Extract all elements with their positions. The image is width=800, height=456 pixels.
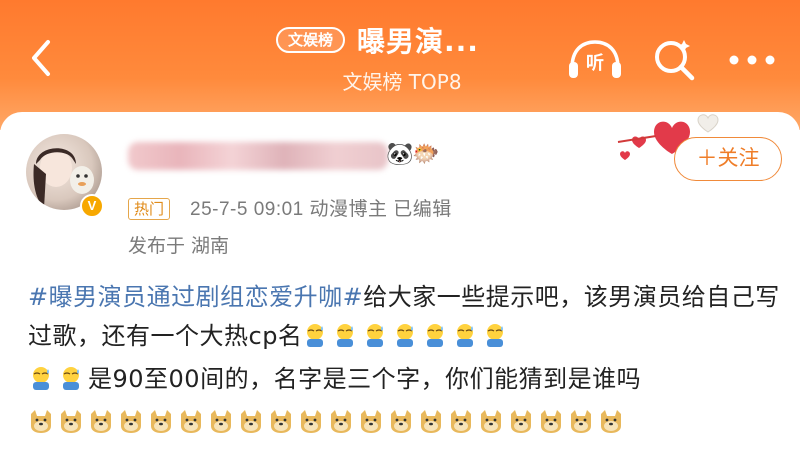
- doge-emoji-icon: [268, 407, 294, 446]
- panda-emoji-icon: 🐼: [386, 142, 414, 167]
- page-title: 曝男演...: [357, 25, 479, 58]
- sweat-emoji-icon: [58, 364, 84, 403]
- doge-emoji-icon: [328, 407, 354, 446]
- doge-emoji-icon: [478, 407, 504, 446]
- doge-emoji-icon: [538, 407, 564, 446]
- more-icon[interactable]: [728, 50, 776, 70]
- post-meta: 25-7-5 09:01 动漫博主 已编辑: [190, 199, 452, 220]
- doge-emoji-icon: [148, 407, 174, 446]
- username-blurred[interactable]: [128, 142, 388, 170]
- post-text-part2: 是90至00间的，名字是三个字，你们能猜到是谁吗: [88, 365, 642, 393]
- sweat-emoji-icon: [302, 321, 328, 360]
- sweat-emoji-icon: [362, 321, 388, 360]
- sweat-emoji-icon: [392, 321, 418, 360]
- doge-emoji-icon: [58, 407, 84, 446]
- doge-emoji-icon: [418, 407, 444, 446]
- sweat-emoji-icon: [332, 321, 358, 360]
- doge-emoji-icon: [568, 407, 594, 446]
- doge-emoji-icon: [118, 407, 144, 446]
- sweat-emoji-icon: [452, 321, 478, 360]
- doge-emoji-icon: [88, 407, 114, 446]
- post-card: V 🐼 🐡 ＋关注 热门 25-7-5 09:01 动漫博主 已编辑 发布于 湖…: [0, 112, 800, 456]
- doge-emoji-icon: [298, 407, 324, 446]
- sweat-emoji-icon: [482, 321, 508, 360]
- list-badge: 文娱榜: [276, 27, 346, 53]
- doge-emoji-icon: [208, 407, 234, 446]
- post-location: 发布于 湖南: [128, 235, 230, 257]
- doge-emoji-icon: [508, 407, 534, 446]
- sweat-emoji-group: [302, 322, 512, 350]
- fish-emoji-icon: 🐡: [412, 142, 440, 167]
- doge-emoji-icon: [598, 407, 624, 446]
- listen-label: 听: [586, 52, 604, 74]
- headphones-icon[interactable]: 听: [566, 38, 624, 80]
- hot-tag: 热门: [128, 198, 171, 220]
- doge-emoji-icon: [238, 407, 264, 446]
- sweat-emoji-icon: [28, 364, 54, 403]
- search-icon[interactable]: [652, 38, 696, 82]
- title-group: 文娱榜 曝男演...: [276, 22, 479, 58]
- doge-emoji-icon: [358, 407, 384, 446]
- doge-emoji-group: [28, 408, 628, 436]
- topic-link[interactable]: #曝男演员通过剧组恋爱升咖#: [28, 283, 363, 311]
- sweat-emoji-icon: [422, 321, 448, 360]
- follow-button[interactable]: ＋关注: [674, 137, 782, 181]
- verified-badge: V: [80, 194, 104, 218]
- doge-emoji-icon: [448, 407, 474, 446]
- sweat-emoji-group: [28, 365, 88, 393]
- post-text: #曝男演员通过剧组恋爱升咖#给大家一些提示吧，该男演员给自己写过歌，还有一个大热…: [28, 278, 780, 446]
- doge-emoji-icon: [388, 407, 414, 446]
- doge-emoji-icon: [178, 407, 204, 446]
- doge-emoji-icon: [28, 407, 54, 446]
